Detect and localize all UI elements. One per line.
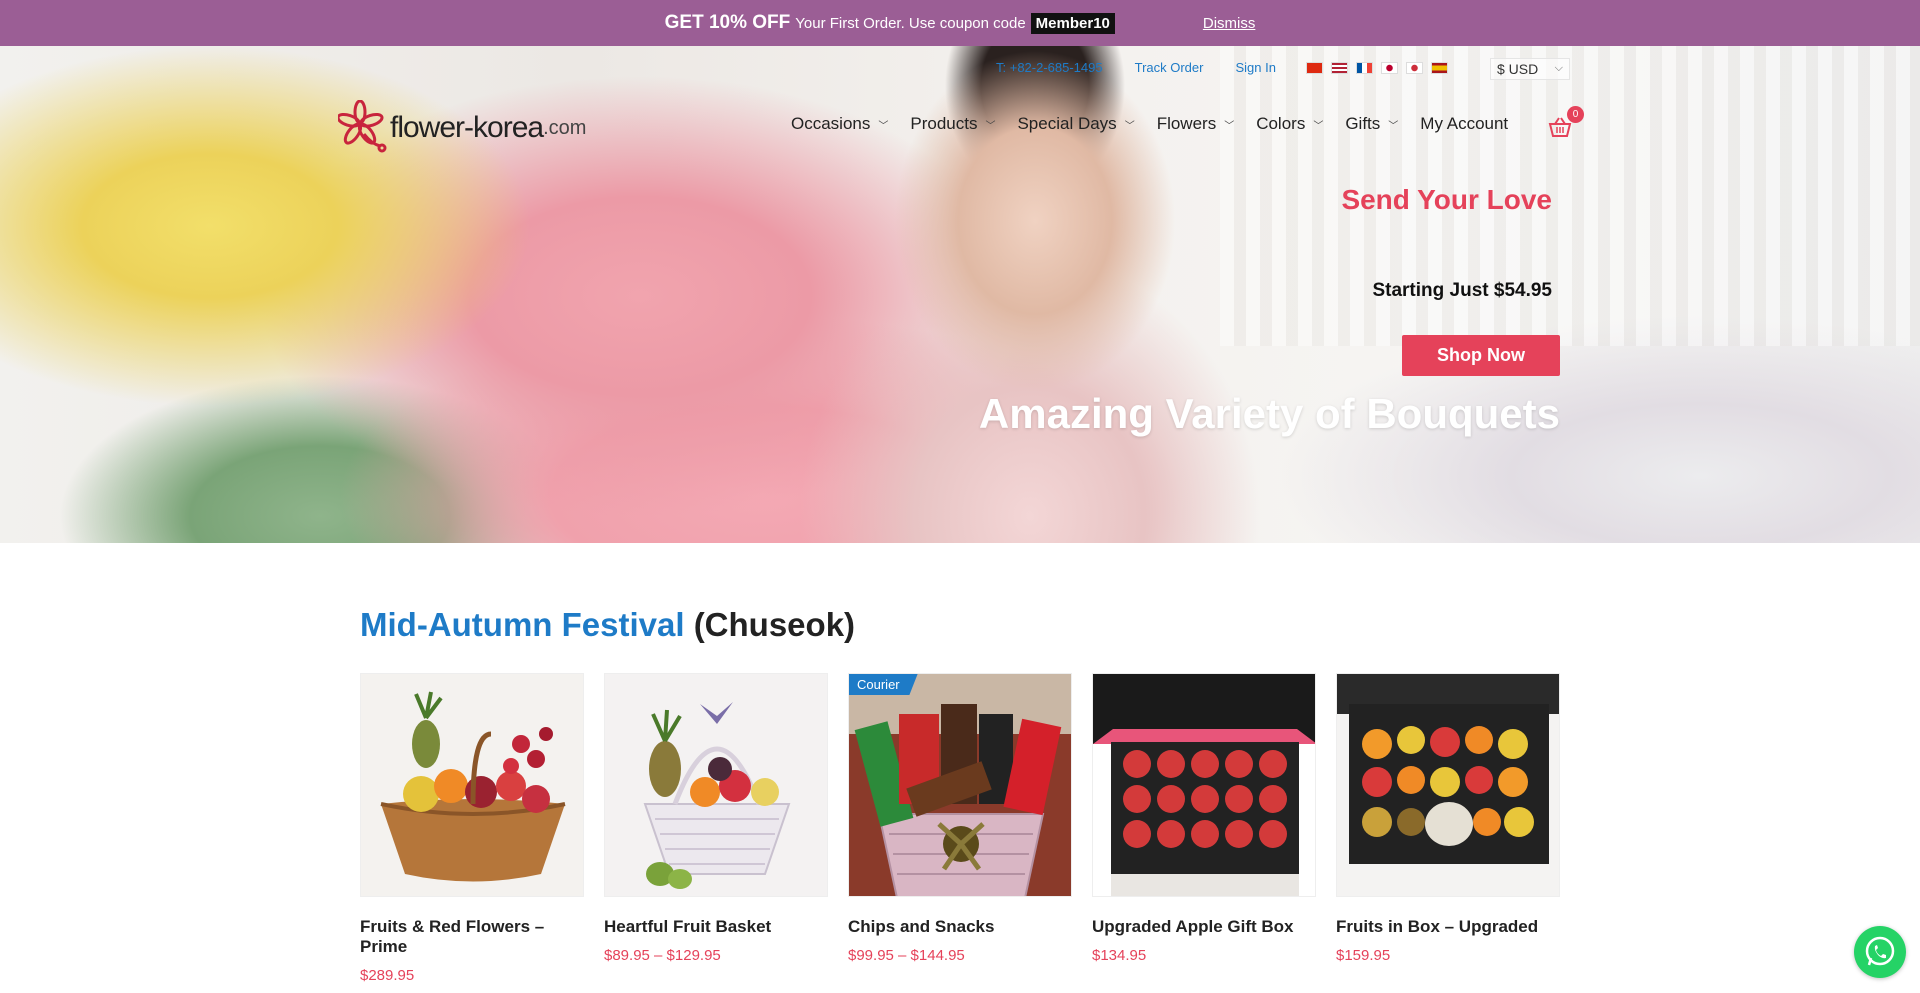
- dismiss-link[interactable]: Dismiss: [1203, 15, 1256, 32]
- product-image[interactable]: [1336, 673, 1560, 897]
- site-logo[interactable]: flower-korea .com: [338, 100, 586, 156]
- product-image[interactable]: [360, 673, 584, 897]
- currency-value: $ USD: [1497, 61, 1539, 77]
- main-nav: Occasions ﹀ Products ﹀ Special Days ﹀ Flowe…: [791, 114, 1530, 134]
- product-image[interactable]: [604, 673, 828, 897]
- nav-item-flowers[interactable]: Flowers ﹀: [1157, 114, 1235, 134]
- promo-text: Your First Order. Use coupon code: [795, 14, 1026, 32]
- nav-label: Products: [910, 114, 978, 133]
- nav-item-colors[interactable]: Colors ﹀: [1256, 114, 1323, 134]
- flower-logo-icon: [338, 100, 387, 153]
- product-name[interactable]: Chips and Snacks: [848, 917, 1072, 937]
- logo-wordmark: flower-korea: [390, 111, 544, 144]
- hero-backdrop-blinds: [1220, 46, 1920, 346]
- hero-title: Send Your Love: [1341, 184, 1552, 215]
- nav-label: Occasions: [791, 114, 871, 133]
- nav-item-my-account[interactable]: My Account: [1420, 114, 1508, 134]
- promo-bar: GET 10% OFF Your First Order. Use coupon…: [0, 0, 1920, 46]
- coupon-code: Member10: [1030, 12, 1115, 34]
- logo-tld: .com: [543, 116, 587, 139]
- hero-subtitle: Amazing Variety of Bouquets: [978, 390, 1560, 437]
- nav-label: Gifts: [1345, 114, 1381, 133]
- chevron-down-icon: ﹀: [1313, 120, 1324, 132]
- chevron-down-icon: ﹀: [1124, 120, 1135, 132]
- product-image[interactable]: Courier: [848, 673, 1072, 897]
- product-name[interactable]: Heartful Fruit Basket: [604, 917, 828, 937]
- product-price: $89.95 – $129.95: [604, 947, 721, 964]
- product-price: $159.95: [1336, 947, 1391, 964]
- utility-bar: T: +82-2-685-1495 Track Order Sign In: [996, 60, 1448, 75]
- product-card[interactable]: Fruits & Red Flowers – Prime $289.95: [360, 673, 584, 984]
- chevron-down-icon: ﹀: [1388, 120, 1399, 132]
- product-image[interactable]: [1092, 673, 1316, 897]
- currency-select[interactable]: $ USD ⌵: [1490, 58, 1570, 80]
- product-card[interactable]: Upgraded Apple Gift Box $134.95: [1092, 673, 1316, 984]
- shop-now-button[interactable]: Shop Now: [1402, 335, 1560, 376]
- phone-link[interactable]: T: +82-2-685-1495: [996, 60, 1103, 75]
- whatsapp-chat-button[interactable]: [1854, 926, 1906, 978]
- fr-flag-icon[interactable]: [1355, 61, 1373, 74]
- nav-item-occasions[interactable]: Occasions ﹀: [791, 114, 888, 134]
- section-title: Mid-Autumn Festival (Chuseok): [360, 606, 855, 644]
- language-flags: [1305, 61, 1448, 74]
- product-name[interactable]: Fruits & Red Flowers – Prime: [360, 917, 584, 957]
- nav-label: Colors: [1256, 114, 1306, 133]
- us-flag-icon[interactable]: [1330, 61, 1348, 74]
- product-name[interactable]: Upgraded Apple Gift Box: [1092, 917, 1316, 937]
- nav-item-special-days[interactable]: Special Days ﹀: [1017, 114, 1134, 134]
- jp-flag-icon[interactable]: [1380, 61, 1398, 74]
- cn-flag-icon[interactable]: [1305, 61, 1323, 74]
- whatsapp-icon: [1865, 936, 1895, 966]
- track-order-link[interactable]: Track Order: [1135, 60, 1204, 75]
- cart-count-badge: 0: [1567, 106, 1584, 123]
- product-card[interactable]: Fruits in Box – Upgraded $159.95: [1336, 673, 1560, 984]
- promo-headline: GET 10% OFF: [664, 12, 791, 33]
- product-card[interactable]: Heartful Fruit Basket $89.95 – $129.95: [604, 673, 828, 984]
- product-price: $99.95 – $144.95: [848, 947, 965, 964]
- nav-label: My Account: [1420, 114, 1509, 133]
- section-title-highlight: Mid-Autumn Festival: [360, 606, 685, 643]
- nav-label: Flowers: [1156, 114, 1217, 133]
- nav-label: Special Days: [1017, 114, 1117, 133]
- nav-item-products[interactable]: Products ﹀: [910, 114, 995, 134]
- product-name[interactable]: Fruits in Box – Upgraded: [1336, 917, 1560, 937]
- hero-price: Starting Just $54.95: [1372, 280, 1552, 301]
- nav-item-gifts[interactable]: Gifts ﹀: [1345, 114, 1398, 134]
- product-price: $134.95: [1092, 947, 1147, 964]
- section-title-rest: (Chuseok): [693, 606, 856, 643]
- product-price: $289.95: [360, 967, 415, 984]
- courier-badge: Courier: [849, 674, 918, 695]
- sign-in-link[interactable]: Sign In: [1235, 60, 1275, 75]
- chevron-down-icon: ﹀: [985, 120, 996, 132]
- kr-flag-icon[interactable]: [1405, 61, 1423, 74]
- chevron-down-icon: ⌵: [1554, 62, 1563, 74]
- product-grid: Fruits & Red Flowers – Prime $289.95 Hea…: [360, 673, 1560, 984]
- chevron-down-icon: ﹀: [878, 120, 889, 132]
- chevron-down-icon: ﹀: [1224, 120, 1235, 132]
- es-flag-icon[interactable]: [1430, 61, 1448, 74]
- product-card[interactable]: Courier Chips and Snacks $99.95 – $144.9…: [848, 673, 1072, 984]
